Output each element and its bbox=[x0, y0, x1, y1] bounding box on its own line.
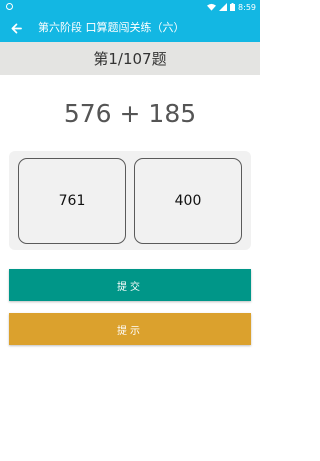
question-header: 第1/107题 bbox=[0, 42, 260, 75]
back-button[interactable] bbox=[6, 18, 26, 38]
answer-options-panel: 761 400 bbox=[9, 151, 251, 250]
notification-icon bbox=[6, 3, 13, 10]
battery-icon bbox=[230, 3, 236, 11]
wifi-icon bbox=[207, 3, 217, 11]
status-time: 8:59 bbox=[238, 2, 256, 12]
submit-button[interactable]: 提交 bbox=[9, 269, 251, 301]
app-bar: 第六阶段 口算题闯关练（六） bbox=[0, 14, 260, 42]
status-bar: 8:59 bbox=[0, 0, 260, 14]
status-icons: 8:59 bbox=[207, 0, 256, 14]
signal-icon bbox=[219, 3, 228, 11]
answer-option-2[interactable]: 400 bbox=[134, 158, 242, 244]
answer-option-1[interactable]: 761 bbox=[18, 158, 126, 244]
hint-button[interactable]: 提示 bbox=[9, 313, 251, 345]
question-counter: 第1/107题 bbox=[93, 50, 167, 68]
question-expression: 576 + 185 bbox=[63, 99, 197, 128]
arrow-left-icon bbox=[11, 23, 22, 33]
page-title: 第六阶段 口算题闯关练（六） bbox=[38, 21, 185, 34]
